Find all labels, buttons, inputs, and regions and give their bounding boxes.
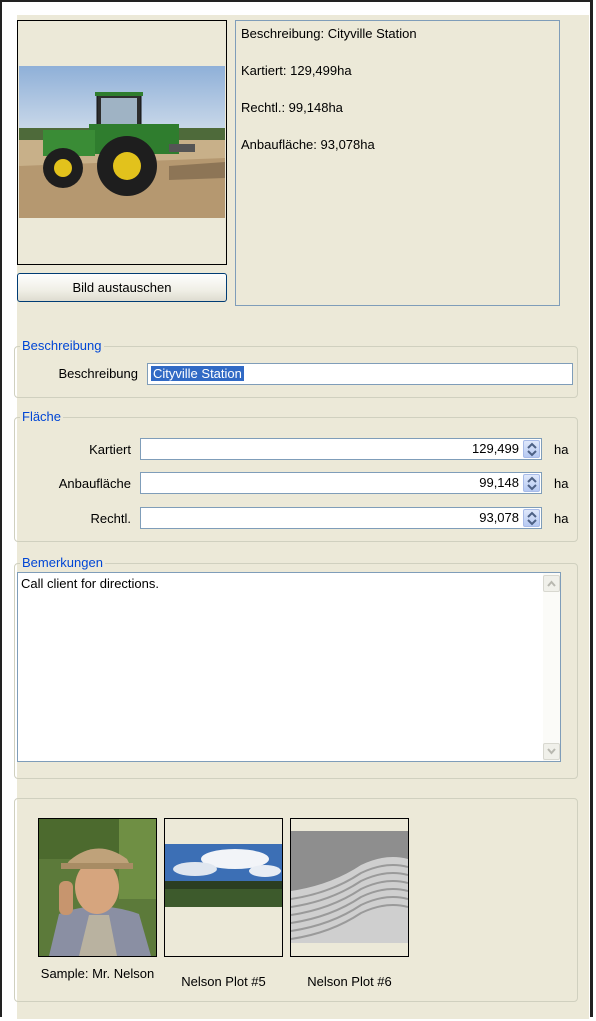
cultivated-label: Anbaufläche <box>58 476 131 491</box>
plot-5-photo <box>165 819 282 956</box>
summary-description: Beschreibung: Cityville Station <box>241 26 417 41</box>
remarks-text: Call client for directions. <box>21 576 159 591</box>
description-label: Beschreibung <box>58 366 139 381</box>
mapped-value: 129,499 <box>472 441 519 456</box>
legal-spinner[interactable] <box>523 509 540 527</box>
summary-mapped: Kartiert: 129,499ha <box>241 63 352 78</box>
mapped-spinner[interactable] <box>523 440 540 458</box>
legal-value: 93,078 <box>479 510 519 525</box>
gallery-caption-plot-5: Nelson Plot #5 <box>181 974 266 989</box>
scroll-down-button[interactable] <box>543 743 560 760</box>
field-photo-frame <box>17 20 227 265</box>
spinner-arrows-icon <box>527 511 537 526</box>
gallery-group: Sample: Mr. Nelson Nelson Plot #5 Nelson… <box>14 798 578 1002</box>
cultivated-input[interactable]: 99,148 <box>140 472 542 494</box>
cultivated-spinner[interactable] <box>523 474 540 492</box>
spinner-arrows-icon <box>527 442 537 457</box>
description-input[interactable]: Cityville Station <box>147 363 573 385</box>
gallery-caption-farmer: Sample: Mr. Nelson <box>40 966 155 981</box>
legal-unit: ha <box>554 511 569 526</box>
summary-box: Beschreibung: Cityville Station Kartiert… <box>235 20 560 306</box>
area-group: Fläche Kartiert 129,499 ha Anbaufläche 9… <box>14 409 578 542</box>
remarks-scrollbar[interactable] <box>543 573 560 761</box>
mapped-label: Kartiert <box>89 442 131 457</box>
cultivated-value: 99,148 <box>479 475 519 490</box>
gallery-item-plot-6[interactable] <box>290 818 409 957</box>
summary-legal: Rechtl.: 99,148ha <box>241 100 343 115</box>
legal-label: Rechtl. <box>90 511 131 526</box>
cultivated-unit: ha <box>554 476 569 491</box>
description-group-legend: Beschreibung <box>20 338 104 354</box>
plot-6-photo <box>291 819 408 956</box>
scroll-up-button[interactable] <box>543 575 560 592</box>
description-group: Beschreibung Beschreibung Cityville Stat… <box>14 338 578 398</box>
chevron-down-icon <box>547 748 556 755</box>
gallery-item-plot-5[interactable] <box>164 818 283 957</box>
spinner-arrows-icon <box>527 476 537 491</box>
summary-cultivated: Anbaufläche: 93,078ha <box>241 137 375 152</box>
remarks-group-legend: Bemerkungen <box>20 555 105 571</box>
farmer-photo <box>39 819 156 956</box>
tractor-photo <box>19 66 225 218</box>
chevron-up-icon <box>547 580 556 587</box>
mapped-input[interactable]: 129,499 <box>140 438 542 460</box>
area-group-legend: Fläche <box>20 409 64 425</box>
description-input-value: Cityville Station <box>151 366 244 381</box>
change-image-button[interactable]: Bild austauschen <box>17 273 227 302</box>
gallery-caption-plot-6: Nelson Plot #6 <box>307 974 392 989</box>
remarks-textarea[interactable]: Call client for directions. <box>17 572 561 762</box>
mapped-unit: ha <box>554 442 569 457</box>
legal-input[interactable]: 93,078 <box>140 507 542 529</box>
gallery-item-farmer[interactable] <box>38 818 157 957</box>
